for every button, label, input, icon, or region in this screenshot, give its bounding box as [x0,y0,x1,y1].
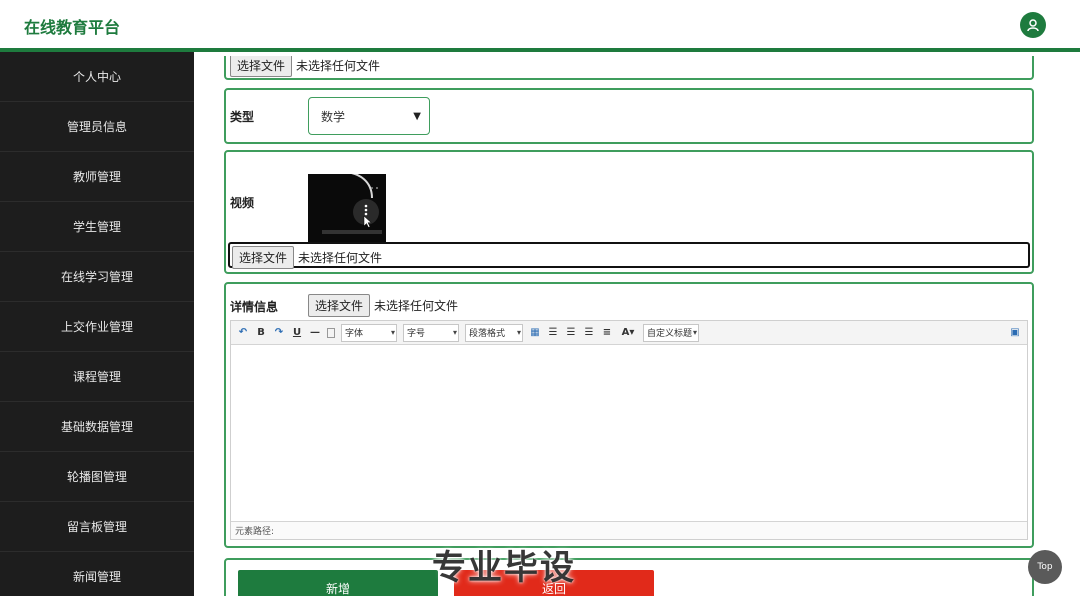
video-file-input[interactable]: 选择文件 未选择任何文件 [228,242,1030,269]
top-header: 在线教育平台 [0,0,1080,52]
type-label: 类型 [230,110,255,124]
detail-card: 详情信息 选择文件未选择任何文件 ↶ B ↷ U — 字体 字号 段落格式 ▦ … [224,282,1034,548]
add-button[interactable]: 新增 [238,570,438,596]
video-card: 视频 选择文件 未选择任何文件 [224,150,1034,274]
type-select[interactable]: 数学 ▼ [308,97,430,135]
rich-text-editor: ↶ B ↷ U — 字体 字号 段落格式 ▦ ☰ ☰ ☰ ≡ A▾ 自定义标题 … [230,320,1028,540]
bold-icon[interactable]: B [255,327,267,339]
sidebar-item-basic-data[interactable]: 基础数据管理 [0,402,194,452]
sidebar-nav: 个人中心 管理员信息 教师管理 学生管理 在线学习管理 上交作业管理 课程管理 … [0,52,194,596]
sidebar-item-course-management[interactable]: 课程管理 [0,352,194,402]
sidebar-item-admin-info[interactable]: 管理员信息 [0,102,194,152]
video-preview[interactable] [308,174,386,244]
cover-file-input[interactable]: 选择文件 未选择任何文件 [230,56,380,77]
type-card: 类型 数学 ▼ [224,88,1034,144]
underline-icon[interactable]: U [291,327,303,339]
align-left-icon[interactable]: ☰ [547,327,559,339]
sidebar-item-news[interactable]: 新闻管理 [0,552,194,596]
user-avatar-button[interactable] [1020,12,1046,38]
font-color-icon[interactable]: A▾ [619,327,637,339]
detail-choose-file-button[interactable]: 选择文件 [308,294,371,317]
align-center-icon[interactable]: ☰ [583,327,595,339]
editor-content-area[interactable] [231,345,1027,521]
detail-label: 详情信息 [230,300,279,314]
horizontal-rule-icon[interactable]: — [309,327,321,339]
font-family-select[interactable]: 字体 [341,323,397,342]
cover-choose-file-button[interactable]: 选择文件 [230,56,293,77]
sidebar-item-message-board[interactable]: 留言板管理 [0,502,194,552]
user-icon [1027,19,1039,32]
editor-toolbar: ↶ B ↷ U — 字体 字号 段落格式 ▦ ☰ ☰ ☰ ≡ A▾ 自定义标题 … [231,321,1027,345]
detail-no-file-text: 未选择任何文件 [374,299,459,313]
type-select-value: 数学 [321,109,346,124]
undo-icon[interactable]: ↶ [237,327,249,339]
align-justify-icon[interactable]: ≡ [601,327,613,339]
align-right-icon[interactable]: ☰ [565,327,577,339]
sidebar-item-personal-center[interactable]: 个人中心 [0,52,194,102]
main-content: 选择文件 未选择任何文件 类型 数学 ▼ 视频 选择文件 未选择任何文件 详情信… [194,56,1080,596]
sidebar-item-homework-submission[interactable]: 上交作业管理 [0,302,194,352]
paragraph-format-select[interactable]: 段落格式 [465,323,523,342]
watermark-text: 专业毕设 [432,548,576,588]
table-icon[interactable]: ▦ [529,327,541,339]
video-choose-file-button[interactable]: 选择文件 [232,246,295,269]
app-title[interactable]: 在线教育平台 [24,14,120,38]
video-no-file-text: 未选择任何文件 [298,251,383,265]
video-label: 视频 [230,196,255,210]
sidebar-item-teacher-management[interactable]: 教师管理 [0,152,194,202]
document-icon[interactable] [327,327,335,338]
video-player-graphic [308,174,386,244]
editor-statusbar: 元素路径: [231,521,1027,539]
sidebar-item-carousel[interactable]: 轮播图管理 [0,452,194,502]
cover-upload-card: 选择文件 未选择任何文件 [224,56,1034,80]
sidebar-item-student-management[interactable]: 学生管理 [0,202,194,252]
font-size-select[interactable]: 字号 [403,323,459,342]
custom-title-select[interactable]: 自定义标题 [643,323,699,342]
detail-file-input[interactable]: 选择文件 未选择任何文件 [308,294,458,317]
chevron-down-icon: ▼ [413,111,421,122]
sidebar-item-online-learning[interactable]: 在线学习管理 [0,252,194,302]
cover-no-file-text: 未选择任何文件 [296,59,381,73]
actions-card: 新增 返回 [224,558,1034,596]
back-to-top-button[interactable]: Top [1028,550,1062,584]
redo-icon[interactable]: ↷ [273,327,285,339]
fullscreen-icon[interactable]: ▣ [1009,327,1021,339]
